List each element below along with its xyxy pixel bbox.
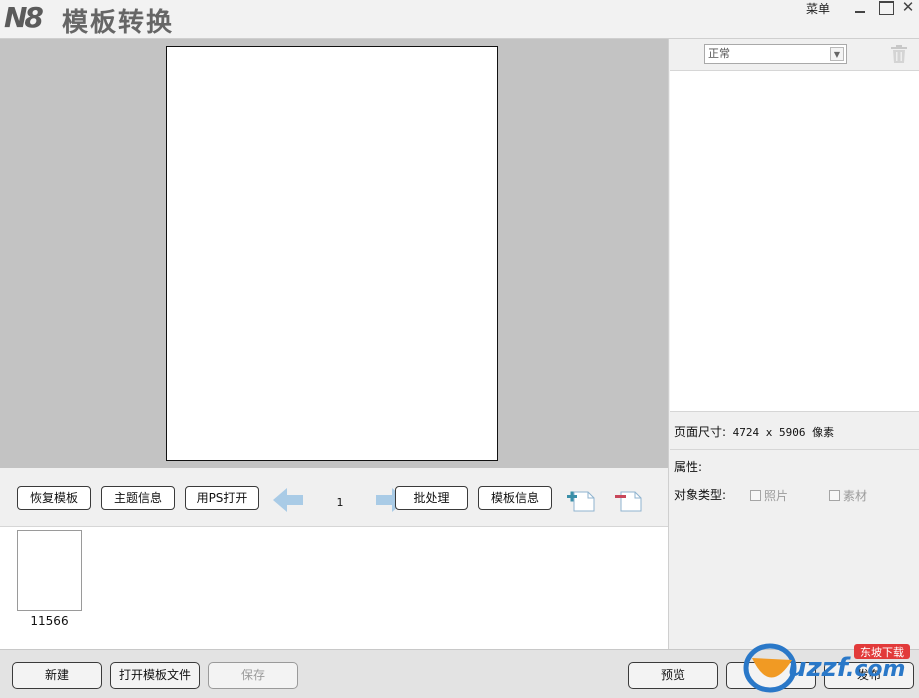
app-title: 模板转换: [62, 8, 175, 38]
page-size-info: 页面尺寸: 4724 x 5906 像素: [674, 423, 834, 440]
page-preview[interactable]: [166, 46, 498, 461]
uzzf-watermark-logo: uzzf .com 东坡下载: [743, 643, 910, 693]
open-with-ps-button[interactable]: 用PS打开: [185, 486, 259, 510]
chevron-down-icon: ▼: [830, 47, 844, 61]
checkbox-box: [750, 490, 761, 501]
properties-panel: 正常 ▼ 页面尺寸: 4724 x 5906 像素 属性: 对象类型: 照片 素…: [668, 39, 919, 649]
page-thumbnail[interactable]: [17, 530, 82, 611]
page-toolbar: 恢复模板 主题信息 用PS打开 1 批处理 模板信息: [0, 468, 668, 527]
title-bar: N8 模板转换 菜单 ✕: [0, 0, 919, 39]
menu-button[interactable]: 菜单: [806, 0, 830, 17]
maximize-icon[interactable]: [877, 0, 895, 16]
restore-template-button[interactable]: 恢复模板: [17, 486, 91, 510]
svg-text:.com: .com: [846, 657, 905, 682]
material-checkbox[interactable]: 素材: [829, 487, 867, 504]
template-info-button[interactable]: 模板信息: [478, 486, 552, 510]
minimize-icon[interactable]: [852, 0, 870, 16]
app-logo: N8: [4, 1, 44, 34]
thumbnail-label: 11566: [30, 614, 69, 628]
photo-checkbox-label: 照片: [764, 489, 789, 503]
canvas-area: [0, 39, 668, 468]
blend-mode-value: 正常: [708, 47, 730, 60]
object-type-label: 对象类型:: [674, 488, 727, 502]
page-size-label: 页面尺寸:: [674, 425, 727, 439]
photo-checkbox[interactable]: 照片: [750, 487, 788, 504]
batch-process-button[interactable]: 批处理: [395, 486, 468, 510]
checkbox-box: [829, 490, 840, 501]
theme-info-button[interactable]: 主题信息: [101, 486, 175, 510]
trash-icon[interactable]: [890, 44, 908, 64]
preview-button[interactable]: 预览: [628, 662, 718, 689]
svg-text:东坡下载: 东坡下载: [860, 646, 904, 659]
thumbnail-strip: 11566: [0, 527, 668, 649]
page-number: 1: [336, 496, 344, 509]
save-button[interactable]: 保存: [208, 662, 298, 689]
previous-page-icon[interactable]: [271, 486, 305, 514]
new-button[interactable]: 新建: [12, 662, 102, 689]
attributes-label: 属性:: [674, 460, 703, 474]
layer-list[interactable]: [670, 70, 919, 412]
add-page-icon[interactable]: [566, 486, 596, 514]
page-size-value: 4724 x 5906 像素: [732, 426, 835, 439]
close-icon[interactable]: ✕: [899, 0, 917, 16]
blend-mode-select[interactable]: 正常 ▼: [704, 44, 847, 64]
divider: [670, 449, 919, 450]
open-template-file-button[interactable]: 打开模板文件: [110, 662, 200, 689]
svg-text:uzzf: uzzf: [788, 653, 852, 683]
material-checkbox-label: 素材: [843, 489, 868, 503]
delete-page-icon[interactable]: [613, 486, 643, 514]
